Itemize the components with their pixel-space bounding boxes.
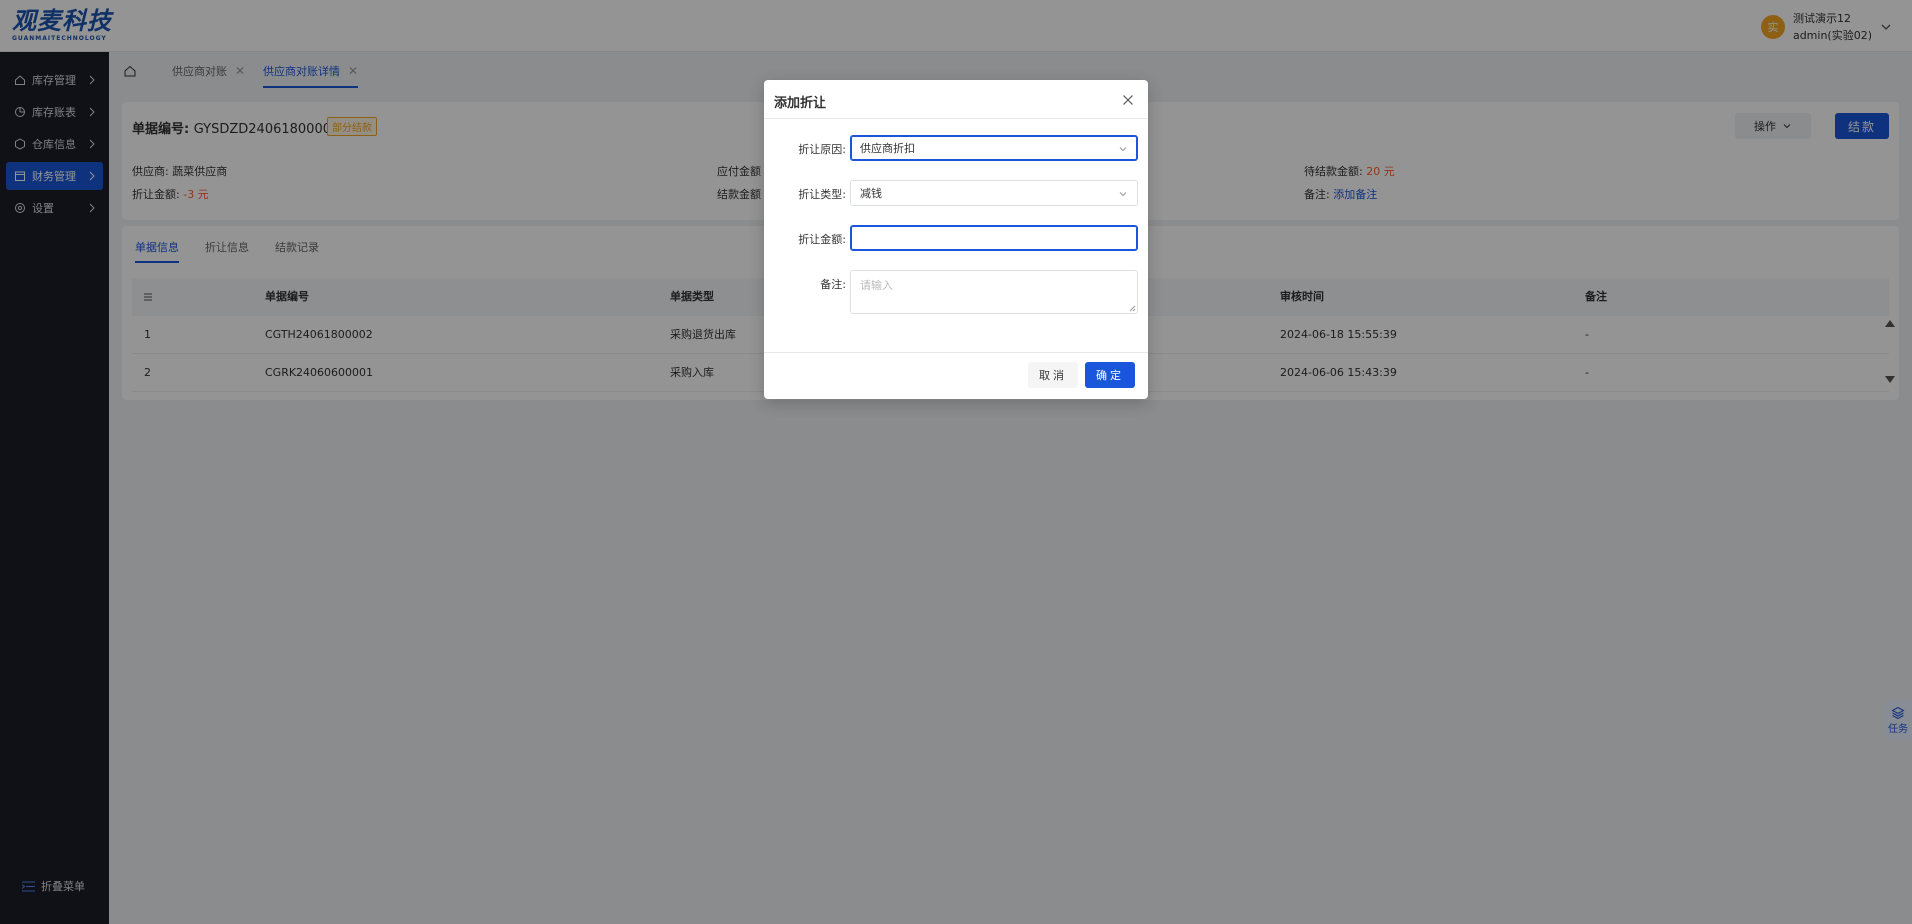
reason-label: 折让原因:	[798, 143, 846, 156]
divider	[764, 118, 1148, 119]
divider	[764, 352, 1148, 353]
add-discount-dialog: 添加折让 折让原因: 供应商折扣 折让类型: 减钱 折让金额: 备注: 请输入 …	[764, 80, 1148, 399]
close-icon[interactable]	[1122, 94, 1134, 106]
cancel-button[interactable]: 取消	[1028, 362, 1078, 388]
chevron-down-icon	[1119, 192, 1127, 197]
dialog-title: 添加折让	[774, 96, 827, 111]
remark-textarea[interactable]: 请输入	[850, 270, 1138, 314]
resize-handle-icon[interactable]	[1128, 304, 1136, 312]
type-label: 折让类型:	[798, 188, 846, 201]
remark-label: 备注:	[820, 278, 846, 291]
type-select[interactable]: 减钱	[850, 180, 1138, 206]
amount-input[interactable]	[850, 225, 1138, 251]
confirm-button[interactable]: 确定	[1085, 362, 1135, 388]
remark-placeholder: 请输入	[860, 279, 893, 292]
reason-select[interactable]: 供应商折扣	[850, 135, 1138, 161]
type-value: 减钱	[860, 187, 882, 200]
reason-value: 供应商折扣	[860, 142, 915, 155]
chevron-down-icon	[1119, 147, 1127, 152]
amount-label: 折让金额:	[798, 233, 846, 246]
